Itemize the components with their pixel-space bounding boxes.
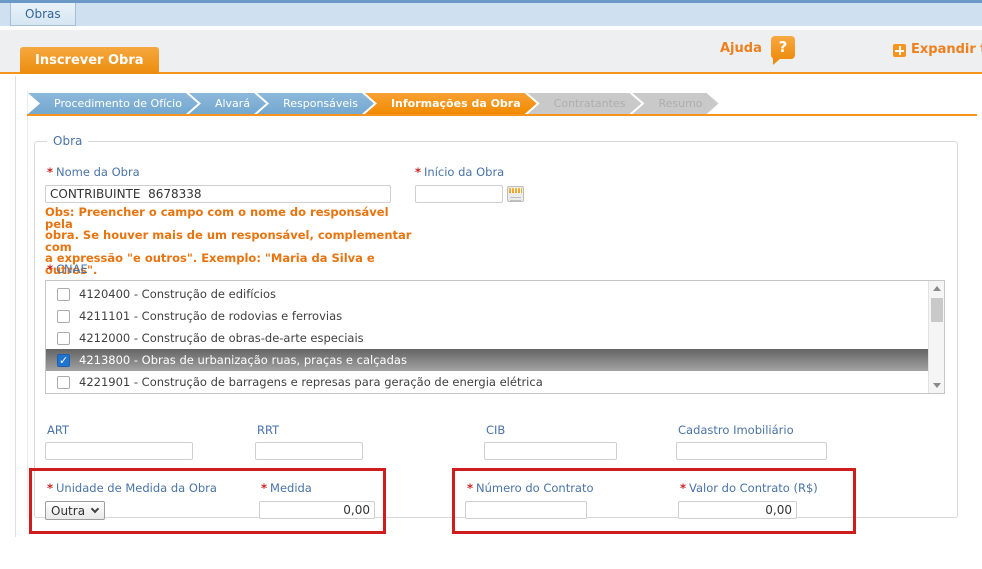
rrt-label: RRT — [257, 423, 279, 437]
checkbox-icon[interactable] — [57, 288, 70, 301]
cnae-option-row[interactable]: 4213800 - Obras de urbanização ruas, pra… — [46, 349, 928, 371]
header-band: Inscrever Obra Ajuda ? Expandir tudo — [0, 30, 982, 74]
panel-left-border — [15, 76, 16, 537]
nav-tab-obras[interactable]: Obras — [10, 3, 76, 26]
cnae-scrollbar[interactable] — [928, 281, 944, 393]
nome-obra-label: *Nome da Obra — [47, 165, 140, 179]
chevron-down-icon — [91, 505, 99, 513]
nome-obra-note: Obs: Preencher o campo com o nome do res… — [45, 207, 417, 276]
wizard-tab[interactable]: Responsáveis — [257, 93, 374, 114]
scroll-down-icon[interactable] — [929, 379, 945, 393]
cnae-options: 4120400 - Construção de edifícios 421110… — [46, 281, 928, 393]
cib-input[interactable] — [484, 442, 617, 460]
wizard-underline — [27, 114, 977, 116]
cnae-option-row[interactable]: 4211101 - Construção de rodovias e ferro… — [46, 305, 928, 327]
cnae-option-row[interactable]: 4212000 - Construção de obras-de-arte es… — [46, 327, 928, 349]
medida-input[interactable] — [259, 501, 375, 519]
inicio-obra-input[interactable] — [415, 185, 503, 203]
checkbox-icon[interactable] — [57, 376, 70, 389]
rrt-input[interactable] — [255, 442, 363, 460]
unidade-medida-label: *Unidade de Medida da Obra — [47, 481, 217, 495]
art-input[interactable] — [45, 442, 193, 460]
wizard-tab-bar: Procedimento de OfícioAlvaráResponsáveis… — [37, 93, 719, 114]
required-marker: * — [47, 481, 53, 495]
cadastro-imobiliario-label: Cadastro Imobiliário — [678, 423, 794, 437]
cnae-option-row[interactable]: 4120400 - Construção de edifícios — [46, 283, 928, 305]
nome-obra-input[interactable] — [45, 185, 391, 203]
wizard-tab[interactable]: Resumo — [632, 93, 718, 114]
wizard-tab[interactable]: Contratantes — [528, 93, 642, 114]
cnae-listbox: 4120400 - Construção de edifícios 421110… — [45, 280, 945, 394]
unidade-medida-select[interactable]: Outra — [45, 501, 105, 520]
required-marker: * — [261, 481, 267, 495]
page: Obras Inscrever Obra Ajuda ? Expandir tu… — [0, 0, 982, 569]
cnae-option-label: 4211101 - Construção de rodovias e ferro… — [79, 309, 342, 323]
expand-all-icon[interactable] — [893, 44, 906, 57]
page-title: Inscrever Obra — [20, 47, 159, 74]
help-link[interactable]: Ajuda — [720, 41, 762, 56]
required-marker: * — [680, 481, 686, 495]
checkbox-icon[interactable] — [57, 310, 70, 323]
calendar-icon[interactable] — [507, 186, 524, 202]
art-label: ART — [47, 423, 69, 437]
valor-contrato-label: *Valor do Contrato (R$) — [680, 481, 818, 495]
required-marker: * — [47, 165, 53, 179]
unidade-medida-value: Outra — [51, 504, 85, 518]
required-marker: * — [47, 262, 53, 276]
obra-fieldset-legend: Obra — [47, 134, 88, 148]
wizard-tab[interactable]: Informações da Obra — [365, 93, 537, 114]
wizard-tab[interactable]: Procedimento de Ofício — [28, 93, 198, 114]
cnae-option-label: 4221901 - Construção de barragens e repr… — [79, 375, 543, 389]
required-marker: * — [467, 481, 473, 495]
cnae-option-label: 4212000 - Construção de obras-de-arte es… — [79, 331, 364, 345]
checkbox-icon[interactable] — [57, 354, 70, 367]
form-left-border — [27, 90, 28, 518]
help-icon[interactable]: ? — [771, 36, 795, 59]
medida-label: *Medida — [261, 481, 312, 495]
cadastro-imobiliario-input[interactable] — [676, 442, 827, 460]
numero-contrato-label: *Número do Contrato — [467, 481, 594, 495]
cnae-label: *CNAE — [47, 262, 88, 276]
top-nav-bar — [0, 3, 982, 26]
cnae-option-label: 4213800 - Obras de urbanização ruas, pra… — [79, 353, 407, 367]
wizard-tab[interactable]: Alvará — [189, 93, 266, 114]
required-marker: * — [415, 165, 421, 179]
cib-label: CIB — [486, 423, 505, 437]
inicio-obra-label: *Início da Obra — [415, 165, 504, 179]
expand-all-link[interactable]: Expandir tudo — [911, 42, 982, 57]
cnae-option-label: 4120400 - Construção de edifícios — [79, 287, 276, 301]
numero-contrato-input[interactable] — [465, 501, 587, 519]
scroll-up-icon[interactable] — [929, 281, 945, 295]
cnae-option-row[interactable]: 4221901 - Construção de barragens e repr… — [46, 371, 928, 393]
valor-contrato-input[interactable] — [678, 501, 797, 519]
scrollbar-thumb[interactable] — [931, 298, 943, 322]
checkbox-icon[interactable] — [57, 332, 70, 345]
